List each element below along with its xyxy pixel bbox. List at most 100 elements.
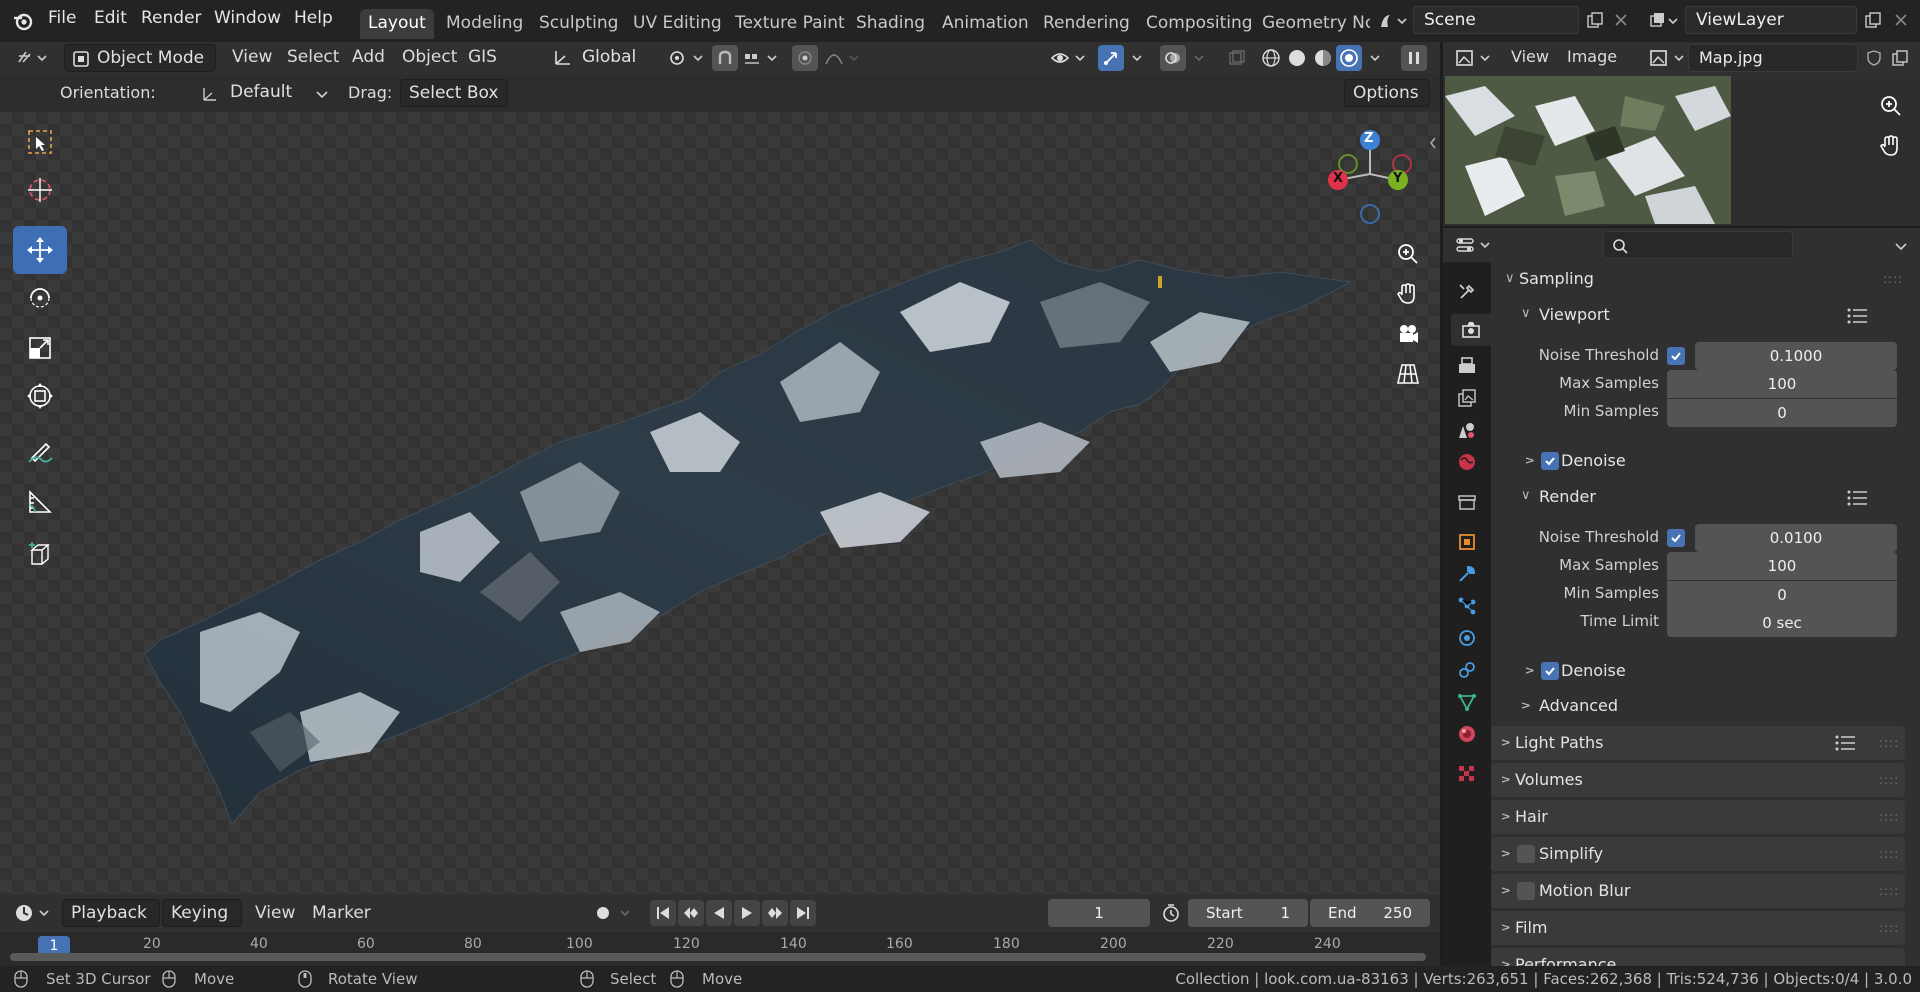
modifier-tab-icon[interactable] [1451,558,1483,590]
render-time-limit-field[interactable]: 0 sec [1667,609,1897,637]
snap-toggle-icon[interactable] [712,45,738,71]
perspective-toggle-icon[interactable] [1390,356,1426,392]
drag-handle-icon[interactable]: :::: [1879,773,1899,787]
options-dropdown[interactable]: Options [1344,79,1430,107]
new-scene-icon[interactable] [1582,7,1608,33]
jump-end-icon[interactable] [790,900,816,926]
drag-handle-icon[interactable]: :::: [1883,272,1903,286]
material-tab-icon[interactable] [1451,718,1483,750]
keying-dropdown[interactable]: Keying [162,899,242,927]
properties-options-chevron-icon[interactable] [1893,238,1909,254]
tool-tab-icon[interactable] [1451,276,1483,308]
viewport-subpanel-title[interactable]: Viewport [1539,305,1610,324]
properties-search-input[interactable] [1603,231,1793,259]
current-frame-field[interactable]: 1 [1048,899,1150,927]
timeline-ruler[interactable]: 1 20 40 60 80 100 120 140 160 180 200 22… [0,932,1440,966]
chevron-right-icon[interactable]: ∨ [1518,701,1533,711]
pause-render-icon[interactable] [1401,45,1427,71]
timeline-marker-menu[interactable]: Marker [312,903,371,923]
motion-blur-checkbox[interactable] [1517,882,1535,900]
play-reverse-icon[interactable] [706,900,732,926]
volumes-panel[interactable]: ∨ Volumes :::: [1491,763,1905,797]
blender-logo-icon[interactable] [10,8,36,34]
proportional-falloff-icon[interactable] [824,48,864,68]
object-tab-icon[interactable] [1451,526,1483,558]
data-tab-icon[interactable] [1451,686,1483,718]
move-tool[interactable] [13,226,67,274]
start-frame-field[interactable]: Start 1 [1188,899,1308,927]
annotate-tool[interactable] [20,432,60,472]
hair-panel[interactable]: ∨ Hair :::: [1491,800,1905,834]
new-image-icon[interactable] [1887,45,1913,71]
viewport-max-samples-field[interactable]: 100 [1667,370,1897,398]
menu-gis[interactable]: GIS [468,47,497,67]
viewport-noise-threshold-checkbox[interactable] [1667,347,1685,365]
film-panel[interactable]: ∨ Film :::: [1491,911,1905,945]
scale-tool[interactable] [20,328,60,368]
add-cube-tool[interactable] [20,534,60,574]
menu-add[interactable]: Add [352,47,385,67]
timeline-view-menu[interactable]: View [255,903,295,923]
end-frame-field[interactable]: End 250 [1310,899,1430,927]
scene-name-field[interactable]: Scene [1413,6,1579,34]
advanced-subpanel-title[interactable]: Advanced [1539,696,1618,715]
scene-selector-icon[interactable] [1373,8,1413,34]
menu-edit[interactable]: Edit [94,8,127,28]
viewport-chevron-down-icon[interactable]: ∨ [1521,306,1531,321]
image-pan-icon[interactable] [1873,128,1909,164]
physics-tab-icon[interactable] [1451,622,1483,654]
camera-view-icon[interactable] [1390,316,1426,352]
image-browse-icon[interactable] [1649,48,1689,68]
measure-tool[interactable] [20,482,60,522]
presets-list-icon[interactable] [1847,490,1867,506]
simplify-checkbox[interactable] [1517,845,1535,863]
chevron-right-icon[interactable]: ∨ [1522,456,1537,466]
image-editor-view-menu[interactable]: View [1511,47,1549,66]
menu-help[interactable]: Help [294,8,333,28]
record-icon[interactable] [590,900,616,926]
image-editor-canvas[interactable] [1443,74,1920,226]
menu-file[interactable]: File [48,8,76,28]
timeline-editor-type-icon[interactable] [14,903,54,923]
motion-blur-panel[interactable]: ∨ Motion Blur :::: [1491,874,1905,908]
next-keyframe-icon[interactable] [762,900,788,926]
tab-shading[interactable]: Shading [848,9,933,39]
image-editor-image-menu[interactable]: Image [1567,47,1617,66]
fake-user-icon[interactable] [1861,45,1887,71]
timeline-scrollbar[interactable] [10,953,1426,961]
editor-type-icon[interactable] [12,45,54,71]
image-editor-type-icon[interactable] [1455,48,1495,68]
view-layer-name-field[interactable]: ViewLayer [1685,6,1857,34]
shading-dropdown-icon[interactable] [1366,48,1386,68]
render-tab-icon[interactable] [1451,314,1491,346]
view-layer-selector-icon[interactable] [1644,8,1684,34]
render-max-samples-field[interactable]: 100 [1667,552,1897,580]
pan-hand-icon[interactable] [1390,276,1426,312]
simplify-panel[interactable]: ∨ Simplify :::: [1491,837,1905,871]
view-layer-tab-icon[interactable] [1451,382,1483,414]
xray-toggle-icon[interactable] [1224,45,1250,71]
overlays-dropdown-icon[interactable] [1190,48,1210,68]
viewport-min-samples-field[interactable]: 0 [1667,399,1897,427]
render-noise-threshold-checkbox[interactable] [1667,529,1685,547]
shading-rendered-icon[interactable] [1336,45,1362,71]
tab-texture-paint[interactable]: Texture Paint [727,9,853,39]
tab-compositing[interactable]: Compositing [1138,9,1261,39]
record-dropdown-icon[interactable] [618,906,632,920]
shading-solid-icon[interactable] [1284,45,1310,71]
viewport-denoise-checkbox[interactable] [1541,452,1559,470]
shading-material-icon[interactable] [1310,45,1336,71]
play-icon[interactable] [734,900,760,926]
viewport-denoise-label[interactable]: Denoise [1561,451,1626,470]
drag-handle-icon[interactable]: :::: [1879,847,1899,861]
drag-handle-icon[interactable]: :::: [1879,884,1899,898]
menu-window[interactable]: Window [214,8,281,28]
delete-view-layer-icon[interactable] [1888,7,1914,33]
collection-tab-icon[interactable] [1451,486,1483,518]
jump-start-icon[interactable] [650,900,676,926]
zoom-icon[interactable] [1390,236,1426,272]
scene-tab-icon[interactable] [1451,414,1483,446]
drag-handle-icon[interactable]: :::: [1879,921,1899,935]
drag-handle-icon[interactable]: :::: [1879,810,1899,824]
presets-list-icon[interactable] [1847,308,1867,324]
